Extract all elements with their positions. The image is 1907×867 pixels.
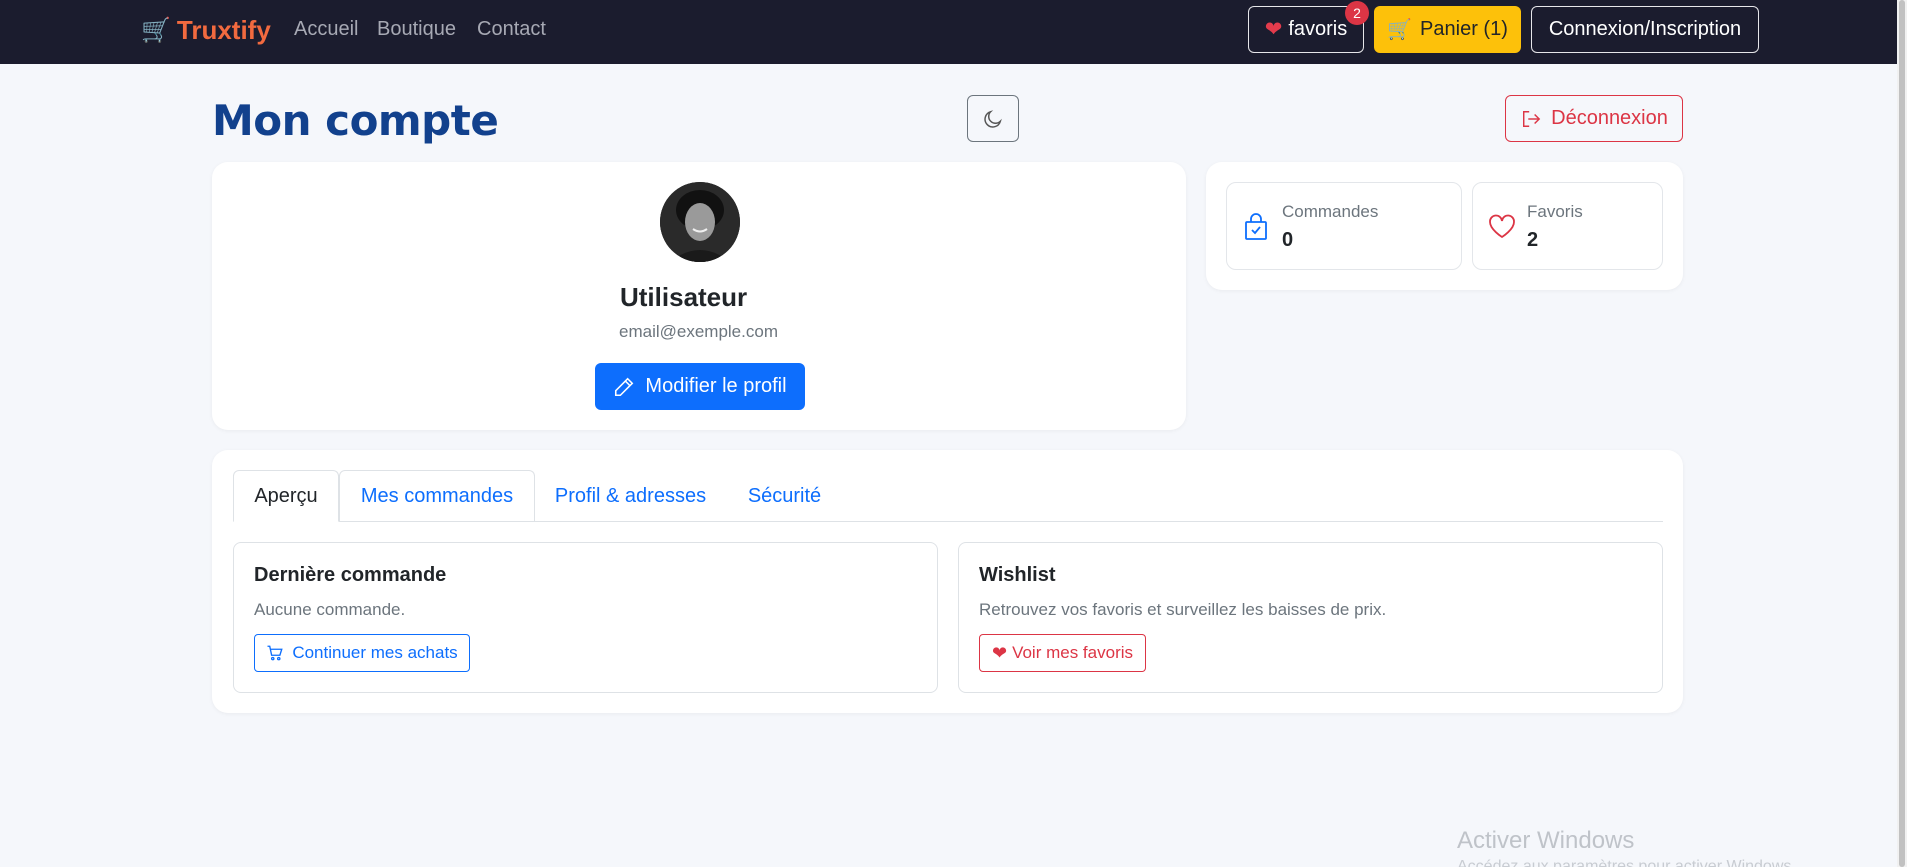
edit-profile-label: Modifier le profil — [645, 375, 787, 397]
user-email: email@exemple.com — [619, 322, 778, 341]
moon-icon — [984, 109, 1002, 128]
favorites-count-badge: 2 — [1345, 1, 1369, 25]
tab-profil-adresses[interactable]: Profil & adresses — [535, 470, 726, 522]
bag-check-icon — [1245, 213, 1267, 240]
heart-icon: ❤ — [991, 642, 1008, 663]
heart-outline-icon — [1489, 214, 1515, 239]
tab-securite[interactable]: Sécurité — [726, 470, 843, 522]
heart-icon: ❤ — [1264, 18, 1283, 41]
login-register-button[interactable]: Connexion/Inscription — [1531, 6, 1759, 53]
cart-button[interactable]: 🛒 Panier (1) — [1374, 6, 1521, 53]
favorites-stat-label: Favoris — [1527, 202, 1583, 221]
brand-name: Truxtify — [176, 15, 271, 45]
orders-stat-label: Commandes — [1282, 202, 1379, 221]
scrollbar-thumb[interactable] — [1899, 0, 1905, 867]
pencil-icon — [615, 377, 634, 396]
nav-link-accueil[interactable]: Accueil — [294, 18, 358, 41]
wishlist-title: Wishlist — [979, 564, 1056, 586]
continue-shopping-button[interactable]: Continuer mes achats — [254, 634, 470, 672]
favorites-button-label: favoris — [1288, 18, 1348, 40]
cart-icon: 🛒 — [141, 17, 171, 44]
cart-icon — [267, 645, 283, 661]
logout-button[interactable]: Déconnexion — [1505, 95, 1683, 142]
orders-stat-value: 0 — [1282, 229, 1294, 251]
tab-apercu[interactable]: Aperçu — [233, 470, 339, 522]
theme-toggle-button[interactable] — [967, 95, 1019, 142]
cart-button-label: Panier (1) — [1420, 18, 1508, 40]
brand-logo[interactable]: 🛒 Truxtify — [141, 15, 271, 46]
logout-label: Déconnexion — [1551, 107, 1668, 129]
continue-shopping-label: Continuer mes achats — [292, 643, 458, 662]
page-title: Mon compte — [212, 96, 499, 145]
nav-link-boutique[interactable]: Boutique — [377, 18, 456, 41]
view-favorites-button[interactable]: ❤ Voir mes favoris — [979, 634, 1146, 672]
cart-icon: 🛒 — [1387, 19, 1413, 41]
view-favorites-label: Voir mes favoris — [1012, 643, 1134, 662]
windows-activation-subtitle: Accédez aux paramètres pour activer Wind… — [1457, 858, 1796, 867]
nav-link-contact[interactable]: Contact — [477, 18, 546, 41]
wishlist-text: Retrouvez vos favoris et surveillez les … — [979, 600, 1387, 619]
last-order-text: Aucune commande. — [254, 600, 406, 619]
avatar — [660, 182, 740, 262]
tab-mes-commandes[interactable]: Mes commandes — [339, 470, 535, 522]
user-name: Utilisateur — [620, 282, 748, 312]
windows-activation-watermark: Activer Windows — [1457, 827, 1635, 854]
edit-profile-button[interactable]: Modifier le profil — [595, 363, 805, 410]
logout-icon — [1523, 110, 1541, 127]
last-order-title: Dernière commande — [254, 564, 447, 586]
favorites-stat-value: 2 — [1527, 229, 1539, 251]
